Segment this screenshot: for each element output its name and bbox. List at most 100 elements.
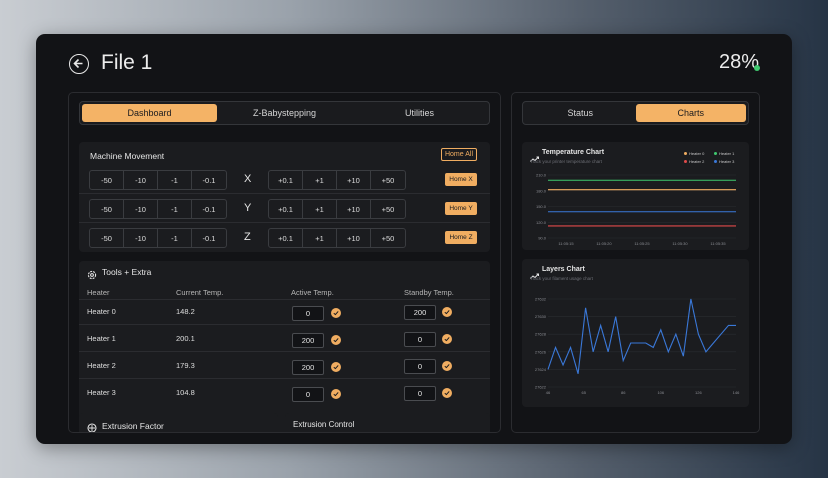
home-y-button[interactable]: Home Y xyxy=(445,202,477,215)
active-temp-input[interactable]: 200 xyxy=(292,360,324,375)
jog-button[interactable]: -50 xyxy=(90,171,124,189)
jog-button[interactable]: -1 xyxy=(158,171,192,189)
confirm-standby-icon[interactable] xyxy=(442,361,452,371)
active-temp-input[interactable]: 0 xyxy=(292,387,324,402)
jog-pos-group: +0.1 +1 +10 +50 xyxy=(268,228,406,248)
confirm-active-icon[interactable] xyxy=(331,362,341,372)
jog-button[interactable]: +50 xyxy=(371,171,405,189)
extrusion-control-card: Extrusion Control xyxy=(285,413,490,432)
jog-button[interactable]: +10 xyxy=(337,171,371,189)
jog-button[interactable]: -50 xyxy=(90,229,124,247)
y-tick-label: 27626 xyxy=(535,349,547,354)
jog-button[interactable]: +0.1 xyxy=(269,171,303,189)
extrusion-factor-title: Extrusion Factor xyxy=(102,421,164,431)
y-tick-label: 90.0 xyxy=(538,236,547,241)
temperature-chart-card: Temperature Chart Track your printer tem… xyxy=(522,142,749,250)
jog-button[interactable]: +0.1 xyxy=(269,200,303,218)
column-header: Standby Temp. xyxy=(404,288,454,297)
tab-z-babystepping[interactable]: Z-Babystepping xyxy=(217,104,352,122)
confirm-standby-icon[interactable] xyxy=(442,334,452,344)
jog-button[interactable]: +50 xyxy=(371,229,405,247)
x-tick-label: 65 xyxy=(581,390,586,395)
home-x-button[interactable]: Home X xyxy=(445,173,477,186)
jog-button[interactable]: -0.1 xyxy=(192,229,226,247)
left-panel: Dashboard Z-Babystepping Utilities Machi… xyxy=(68,92,501,433)
tab-status[interactable]: Status xyxy=(525,104,636,122)
jog-button[interactable]: +1 xyxy=(303,200,337,218)
page-title: File 1 xyxy=(101,51,153,74)
home-z-button[interactable]: Home Z xyxy=(445,231,477,244)
jog-button[interactable]: +10 xyxy=(337,229,371,247)
column-header: Heater xyxy=(87,288,110,297)
jog-button[interactable]: +0.1 xyxy=(269,229,303,247)
current-temp: 104.8 xyxy=(176,388,195,397)
x-tick-label: 11:05:35 xyxy=(710,241,726,246)
jog-button[interactable]: -10 xyxy=(124,200,158,218)
current-temp: 148.2 xyxy=(176,307,195,316)
heater-name: Heater 1 xyxy=(87,334,116,343)
row-divider xyxy=(79,193,490,194)
tools-title: Tools + Extra xyxy=(102,267,152,277)
machine-movement-title: Machine Movement xyxy=(90,151,165,161)
standby-temp-input[interactable]: 0 xyxy=(404,359,436,374)
current-temp: 200.1 xyxy=(176,334,195,343)
jog-button[interactable]: -10 xyxy=(124,171,158,189)
layers-chart-plot: 27632 27630 27628 27626 27624 2762246 65 86 106 1… xyxy=(535,297,740,396)
extrusion-icon xyxy=(87,420,97,432)
progress-percent: 28% xyxy=(718,51,759,73)
gear-icon xyxy=(87,267,97,285)
x-tick-label: 126 xyxy=(695,390,702,395)
y-tick-label: 27628 xyxy=(535,332,547,337)
back-icon[interactable] xyxy=(69,54,89,74)
jog-button[interactable]: +50 xyxy=(371,200,405,218)
jog-pos-group: +0.1 +1 +10 +50 xyxy=(268,170,406,190)
y-tick-label: 27622 xyxy=(535,385,547,390)
y-tick-label: 180.0 xyxy=(536,188,547,193)
row-divider xyxy=(79,324,490,325)
right-tabbar: Status Charts xyxy=(522,101,749,125)
extrusion-factor-card: Extrusion Factor xyxy=(79,413,278,432)
tab-dashboard[interactable]: Dashboard xyxy=(82,104,217,122)
tools-card: Tools + Extra xyxy=(79,261,490,432)
active-temp-input[interactable]: 200 xyxy=(292,333,324,348)
jog-button[interactable]: +1 xyxy=(303,229,337,247)
extrusion-control-title: Extrusion Control xyxy=(293,420,355,429)
x-tick-label: 46 xyxy=(546,390,551,395)
jog-neg-group: -50 -10 -1 -0.1 xyxy=(89,199,227,219)
left-tabbar: Dashboard Z-Babystepping Utilities xyxy=(79,101,490,125)
confirm-standby-icon[interactable] xyxy=(442,307,452,317)
standby-temp-input[interactable]: 0 xyxy=(404,386,436,401)
y-tick-label: 27632 xyxy=(535,297,547,302)
active-temp-input[interactable]: 0 xyxy=(292,306,324,321)
tab-charts[interactable]: Charts xyxy=(635,104,746,122)
y-tick-label: 120.0 xyxy=(536,220,547,225)
right-panel: Status Charts Temperature Chart Track yo… xyxy=(511,92,760,433)
x-tick-label: 11:05:30 xyxy=(672,241,688,246)
jog-button[interactable]: +1 xyxy=(303,171,337,189)
column-header: Current Temp. xyxy=(176,288,224,297)
y-tick-label: 27624 xyxy=(535,367,547,372)
heater-name: Heater 3 xyxy=(87,388,116,397)
standby-temp-input[interactable]: 200 xyxy=(404,305,436,320)
row-divider xyxy=(79,351,490,352)
tab-utilities[interactable]: Utilities xyxy=(352,104,487,122)
axis-label-z: Z xyxy=(244,231,251,243)
jog-button[interactable]: -1 xyxy=(158,200,192,218)
jog-button[interactable]: -0.1 xyxy=(192,200,226,218)
standby-temp-input[interactable]: 0 xyxy=(404,332,436,347)
confirm-active-icon[interactable] xyxy=(331,389,341,399)
x-tick-label: 11:05:25 xyxy=(634,241,650,246)
current-temp: 179.3 xyxy=(176,361,195,370)
jog-button[interactable]: -0.1 xyxy=(192,171,226,189)
confirm-active-icon[interactable] xyxy=(331,308,341,318)
x-tick-label: 86 xyxy=(621,390,626,395)
jog-button[interactable]: -10 xyxy=(124,229,158,247)
app-window: File 1 28% Dashboard Z-Babystepping Util… xyxy=(36,34,792,444)
confirm-active-icon[interactable] xyxy=(331,335,341,345)
home-all-button[interactable]: Home All xyxy=(441,148,477,161)
x-tick-label: 146 xyxy=(733,390,740,395)
jog-button[interactable]: -1 xyxy=(158,229,192,247)
jog-button[interactable]: +10 xyxy=(337,200,371,218)
jog-button[interactable]: -50 xyxy=(90,200,124,218)
confirm-standby-icon[interactable] xyxy=(442,388,452,398)
